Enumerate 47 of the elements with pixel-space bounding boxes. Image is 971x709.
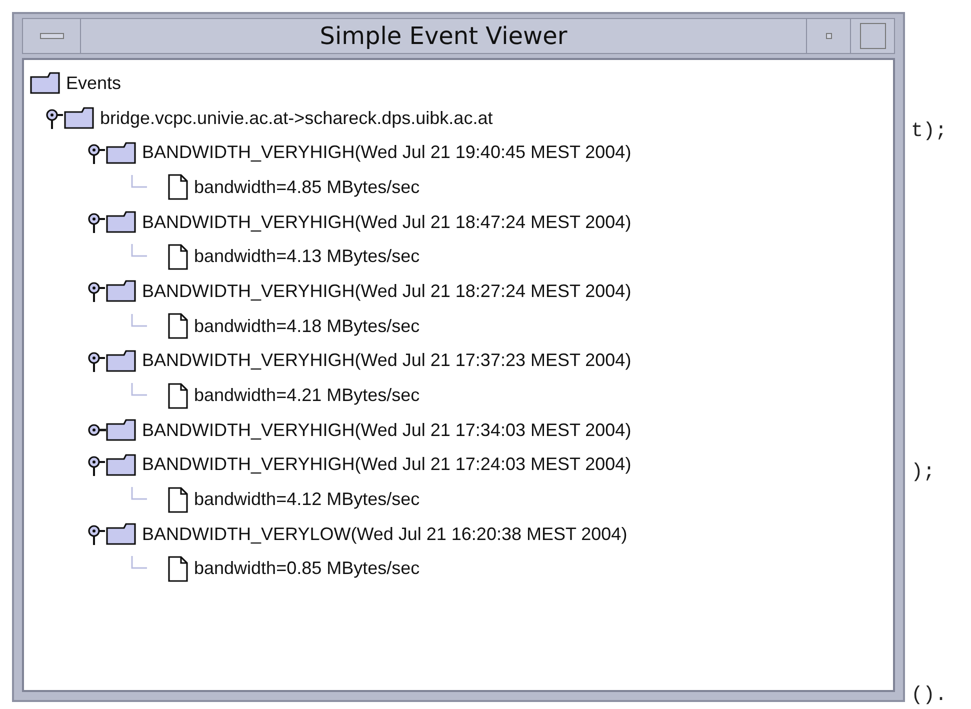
event-detail[interactable]: bandwidth=4.21 MBytes/sec	[194, 385, 420, 406]
tree-line	[131, 174, 147, 188]
tree-node-label[interactable]: BANDWIDTH_VERYLOW(Wed Jul 21 16:20:38 MEST 2004)	[142, 524, 628, 545]
folder-icon	[106, 280, 136, 302]
folder-icon	[106, 142, 136, 164]
event-detail[interactable]: bandwidth=4.18 MBytes/sec	[194, 316, 420, 337]
folder-icon	[106, 350, 136, 372]
minimize-icon	[826, 33, 832, 39]
event-detail[interactable]: bandwidth=4.85 MBytes/sec	[194, 176, 420, 198]
tree-line	[131, 314, 147, 327]
event-detail[interactable]: bandwidth=0.85 MBytes/sec	[194, 558, 420, 580]
document-icon	[168, 556, 188, 582]
window-title: Simple Event Viewer	[318, 21, 568, 52]
folder-icon	[30, 72, 60, 94]
event-detail[interactable]: bandwidth=4.13 MBytes/sec	[194, 246, 420, 268]
tree-node-label[interactable]: BANDWIDTH_VERYHIGH(Wed Jul 21 17:34:03 MEST 2004)	[142, 420, 632, 441]
tree-node-label[interactable]: bridge.vcpc.univie.ac.at->schareck.dps.uibk.ac.at	[100, 108, 493, 129]
folder-icon	[106, 523, 136, 546]
tree-line	[131, 244, 147, 258]
folder-icon	[106, 211, 136, 234]
expanded-handle-icon[interactable]	[44, 106, 64, 130]
document-icon	[168, 244, 188, 270]
event-detail[interactable]: bandwidth=4.12 MBytes/sec	[194, 489, 420, 510]
expanded-handle-icon[interactable]	[86, 210, 106, 234]
tree-node-label[interactable]: Events	[66, 72, 122, 94]
code-fragment: ().	[911, 684, 948, 707]
tree-node-label[interactable]: BANDWIDTH_VERYHIGH(Wed Jul 21 18:47:24 MEST 2004)	[142, 212, 632, 233]
folder-icon	[106, 419, 136, 442]
expanded-handle-icon[interactable]	[86, 279, 106, 304]
document-icon	[168, 486, 188, 513]
document-icon	[168, 382, 188, 409]
tree-line	[131, 487, 147, 500]
folder-icon	[64, 107, 94, 130]
document-icon	[168, 174, 188, 200]
code-fragment: );	[911, 461, 936, 484]
tree-node-label[interactable]: BANDWIDTH_VERYHIGH(Wed Jul 21 19:40:45 MEST 2004)	[142, 142, 632, 164]
code-fragment: t);	[911, 120, 948, 143]
tree-node-label[interactable]: BANDWIDTH_VERYHIGH(Wed Jul 21 18:27:24 MEST 2004)	[142, 280, 632, 302]
menu-icon	[40, 33, 64, 39]
tree-node-label[interactable]: BANDWIDTH_VERYHIGH(Wed Jul 21 17:37:23 MEST 2004)	[142, 350, 632, 372]
tree-line	[131, 556, 147, 570]
tree-node-label[interactable]: BANDWIDTH_VERYHIGH(Wed Jul 21 17:24:03 MEST 2004)	[142, 454, 632, 476]
folder-icon	[106, 454, 136, 476]
tree-line	[131, 383, 147, 396]
expanded-handle-icon[interactable]	[86, 522, 106, 546]
maximize-icon	[860, 23, 886, 49]
document-icon	[168, 313, 188, 340]
